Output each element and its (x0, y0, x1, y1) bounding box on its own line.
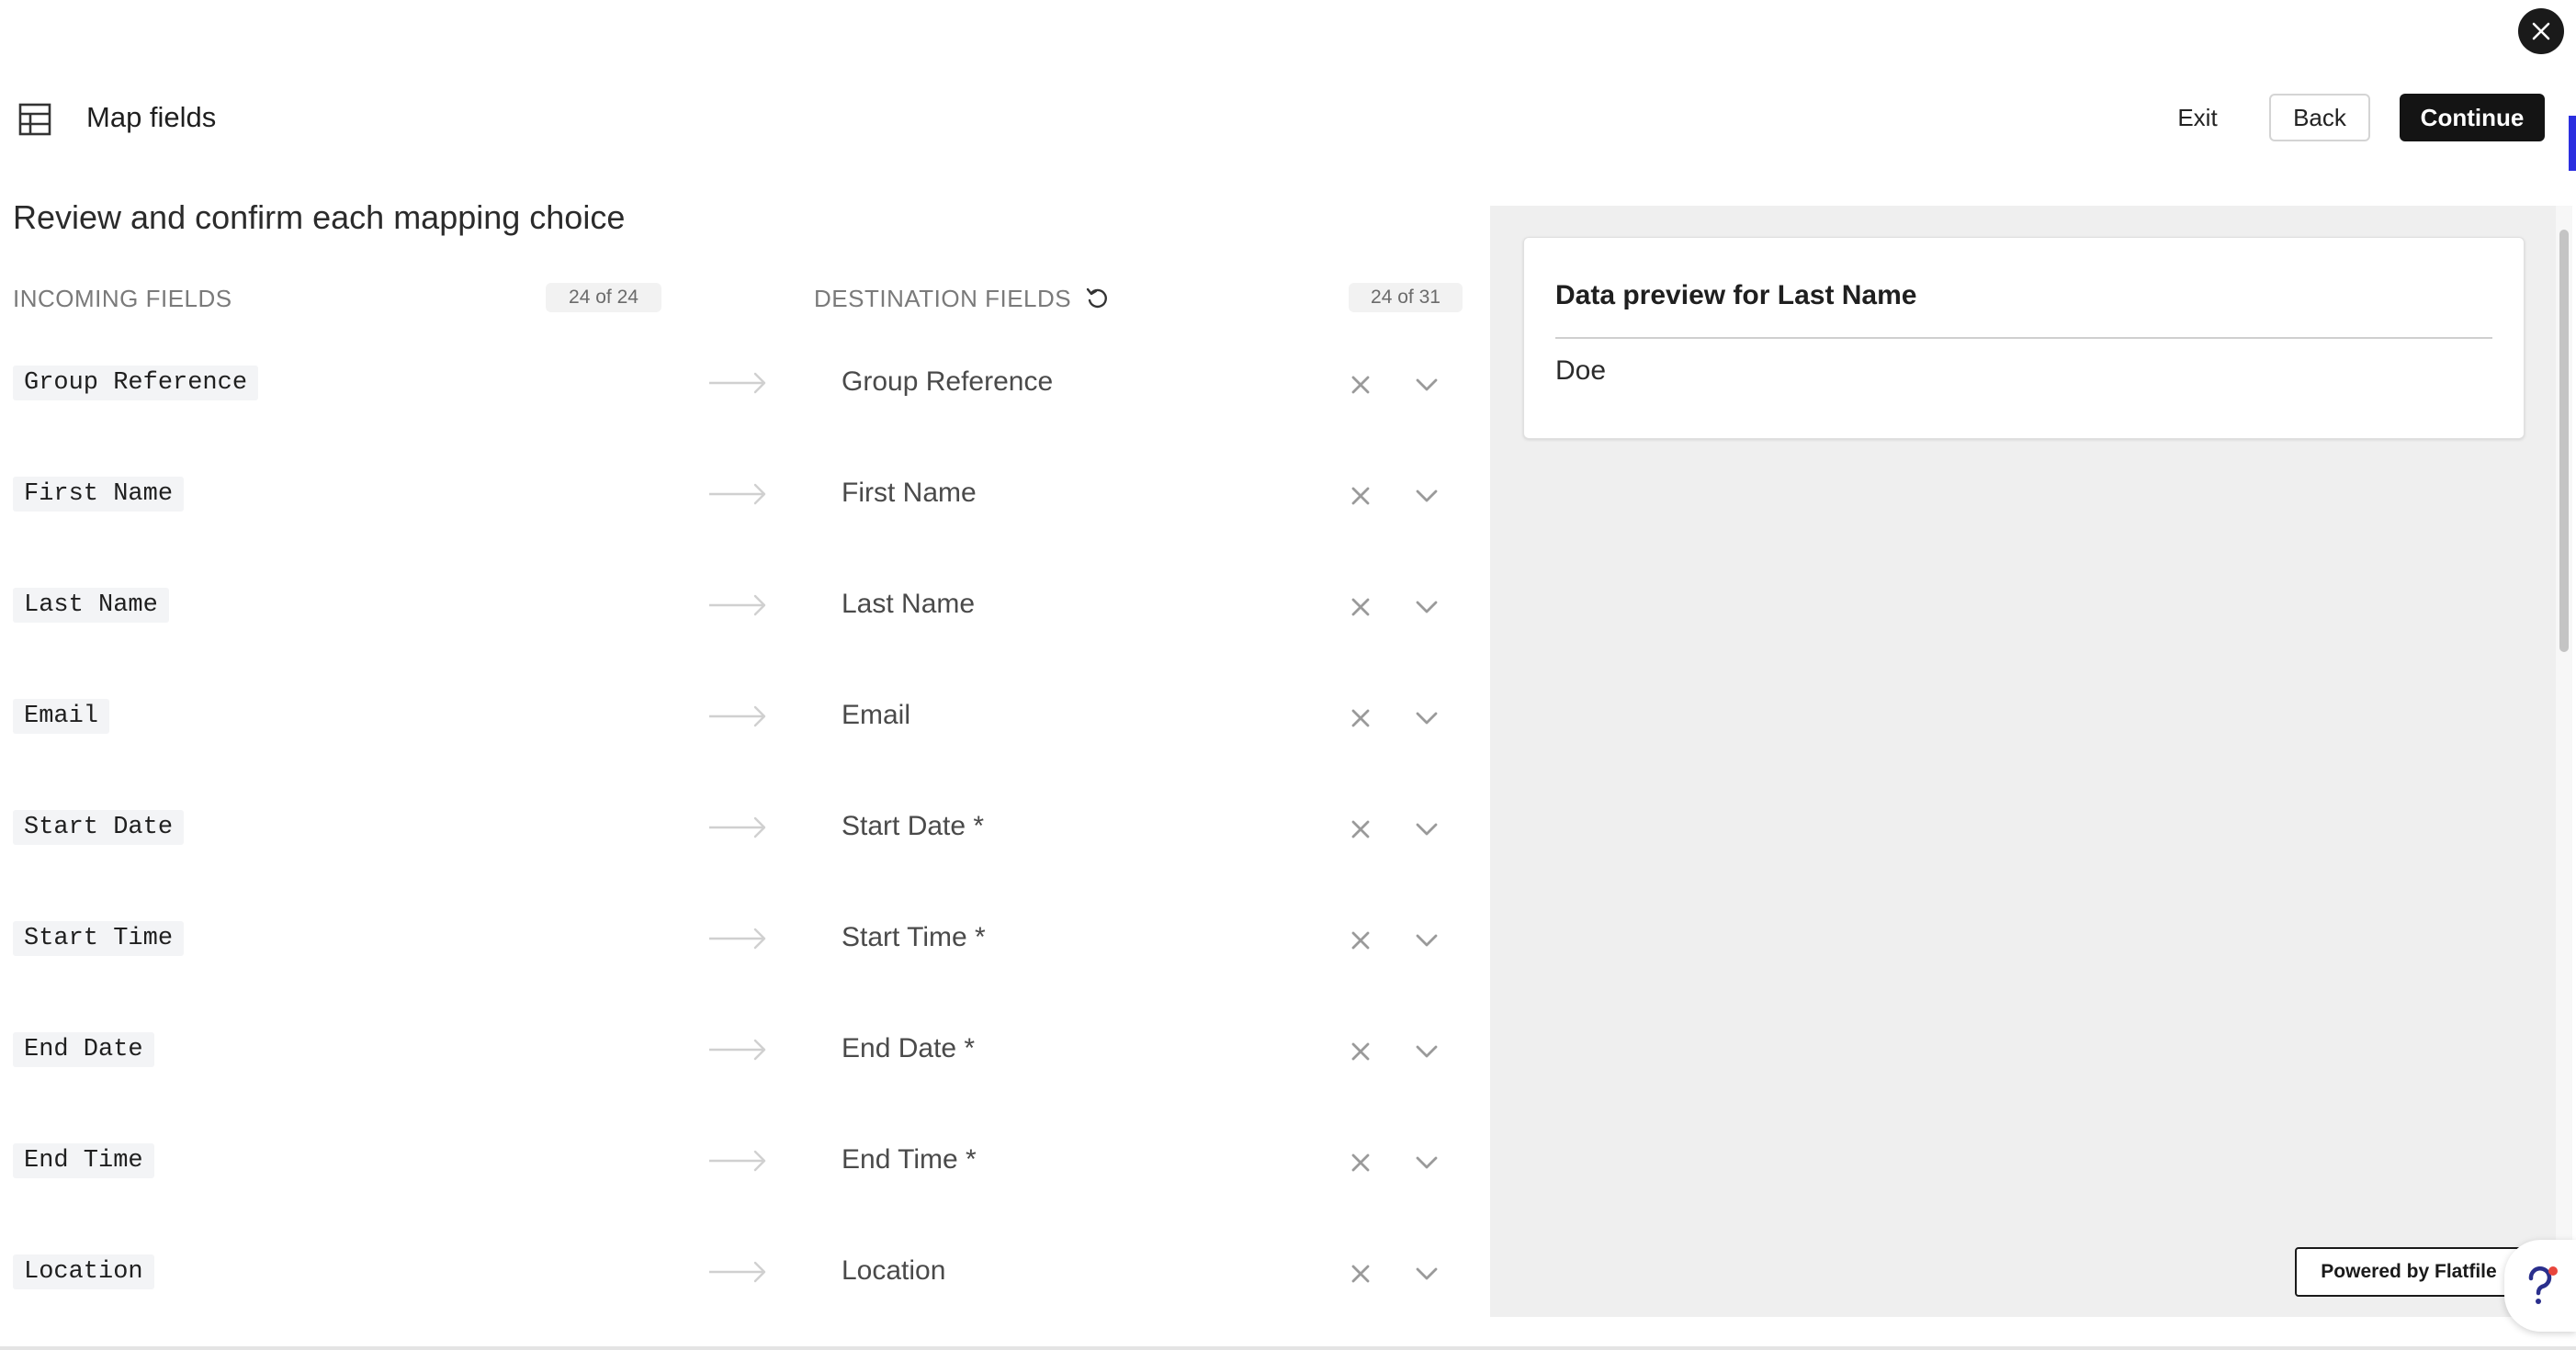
clear-icon[interactable] (1347, 1260, 1374, 1288)
chevron-down-icon[interactable] (1411, 1149, 1442, 1176)
destination-field-select[interactable]: Email (842, 695, 910, 736)
incoming-field-label: Start Time (13, 921, 185, 956)
incoming-field-label: Last Name (13, 588, 169, 623)
incoming-field-label: Start Date (13, 810, 185, 845)
destination-field-select[interactable]: Start Time * (842, 917, 986, 958)
bottom-border (0, 1346, 2576, 1350)
destination-field-select[interactable]: Last Name (842, 584, 975, 624)
destination-field-select[interactable]: Start Date * (842, 806, 984, 847)
arrow-right-icon (709, 1261, 766, 1283)
reset-icon[interactable] (1084, 285, 1112, 312)
header: Map fields Exit Back Continue (0, 88, 2563, 147)
destination-field-select[interactable]: First Name (842, 473, 977, 513)
chevron-down-icon[interactable] (1411, 1038, 1442, 1065)
help-button[interactable] (2504, 1240, 2576, 1332)
clear-icon[interactable] (1347, 704, 1374, 732)
arrow-right-icon (709, 705, 766, 727)
arrow-right-icon (709, 928, 766, 950)
incoming-field-label: Location (13, 1254, 154, 1289)
scrollbar-thumb[interactable] (2559, 230, 2569, 652)
clear-icon[interactable] (1347, 482, 1374, 510)
table-icon (18, 103, 51, 136)
destination-field-select[interactable]: Group Reference (842, 362, 1053, 402)
chevron-down-icon[interactable] (1411, 482, 1442, 510)
preview-title: Data preview for Last Name (1555, 280, 1917, 310)
help-icon (2528, 1266, 2558, 1304)
incoming-field-label: End Date (13, 1032, 154, 1067)
page-title: Map fields (86, 101, 217, 133)
incoming-field-label: Email (13, 699, 110, 734)
destination-field-select[interactable]: End Date * (842, 1029, 975, 1069)
clear-icon[interactable] (1347, 593, 1374, 621)
side-accent (2569, 116, 2576, 171)
incoming-fields-header: INCOMING FIELDS (13, 285, 232, 312)
arrow-right-icon (709, 372, 766, 394)
mapping-row: End Time End Time * (0, 1125, 1490, 1198)
chevron-down-icon[interactable] (1411, 1260, 1442, 1288)
chevron-down-icon[interactable] (1411, 816, 1442, 843)
clear-icon[interactable] (1347, 816, 1374, 843)
mapping-row: End Date End Date * (0, 1014, 1490, 1087)
incoming-count-badge: 24 of 24 (546, 283, 661, 312)
mapping-row: Start Date Start Date * (0, 792, 1490, 865)
destination-fields-header: DESTINATION FIELDS (814, 285, 1072, 312)
preview-divider (1555, 337, 2492, 339)
arrow-right-icon (709, 1039, 766, 1061)
clear-icon[interactable] (1347, 1038, 1374, 1065)
arrow-right-icon (709, 816, 766, 838)
chevron-down-icon[interactable] (1411, 593, 1442, 621)
incoming-field-label: Group Reference (13, 366, 259, 400)
powered-by-badge[interactable]: Powered by Flatfile (2295, 1247, 2523, 1297)
continue-button[interactable]: Continue (2400, 94, 2545, 141)
arrow-right-icon (709, 594, 766, 616)
mapping-row: Location Location (0, 1236, 1490, 1310)
mapping-row: Email Email (0, 681, 1490, 754)
destination-field-select[interactable]: Location (842, 1251, 945, 1291)
destination-field-select[interactable]: End Time * (842, 1140, 977, 1180)
mapping-row: Start Time Start Time * (0, 903, 1490, 976)
clear-icon[interactable] (1347, 371, 1374, 399)
mapping-row: First Name First Name (0, 458, 1490, 532)
arrow-right-icon (709, 1150, 766, 1172)
mapping-pane: Review and confirm each mapping choice I… (0, 184, 1490, 1318)
back-button[interactable]: Back (2269, 94, 2370, 141)
clear-icon[interactable] (1347, 1149, 1374, 1176)
incoming-field-label: First Name (13, 477, 185, 512)
close-icon (2532, 22, 2550, 40)
preview-value: Doe (1555, 355, 1607, 386)
incoming-field-label: End Time (13, 1143, 154, 1178)
exit-button[interactable]: Exit (2159, 94, 2236, 141)
data-preview-card: Data preview for Last Name Doe (1523, 237, 2525, 439)
chevron-down-icon[interactable] (1411, 927, 1442, 954)
chevron-down-icon[interactable] (1411, 704, 1442, 732)
arrow-right-icon (709, 483, 766, 505)
destination-count-badge: 24 of 31 (1349, 283, 1463, 312)
clear-icon[interactable] (1347, 927, 1374, 954)
close-button[interactable] (2518, 8, 2564, 54)
section-title: Review and confirm each mapping choice (13, 198, 626, 236)
mapping-row: Last Name Last Name (0, 569, 1490, 643)
preview-pane: Data preview for Last Name Doe (1490, 206, 2556, 1317)
chevron-down-icon[interactable] (1411, 371, 1442, 399)
mapping-row: Group Reference Group Reference (0, 347, 1490, 421)
